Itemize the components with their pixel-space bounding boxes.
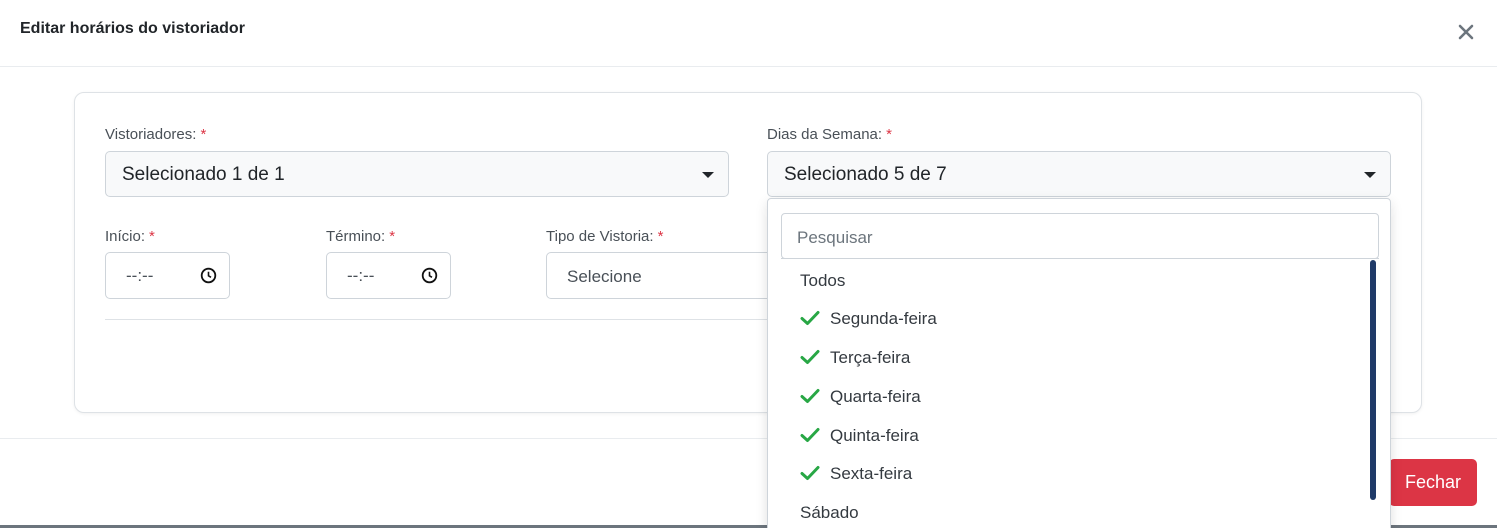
termino-time-value: --:-- bbox=[347, 266, 375, 285]
inicio-time-input[interactable]: --:-- bbox=[105, 252, 230, 299]
dias-semana-label-text: Dias da Semana: bbox=[767, 126, 883, 143]
clock-icon[interactable] bbox=[421, 267, 438, 284]
required-marker: * bbox=[149, 228, 155, 245]
required-marker: * bbox=[200, 126, 207, 143]
dias-semana-dropdown-menu: Pesquisar Todos Segunda-feira Terça-feir… bbox=[767, 198, 1391, 528]
inicio-time-value: --:-- bbox=[126, 266, 154, 285]
option-label: Todos bbox=[800, 271, 846, 290]
vistoriadores-label-text: Vistoriadores: bbox=[105, 126, 197, 143]
option-label: Quinta-feira bbox=[830, 426, 919, 445]
dias-semana-label: Dias da Semana: * bbox=[767, 126, 892, 143]
required-marker: * bbox=[886, 126, 892, 143]
termino-label-text: Término: bbox=[326, 228, 386, 245]
termino-label: Término: * bbox=[326, 228, 395, 245]
vistoriadores-value: Selecionado 1 de 1 bbox=[122, 164, 285, 185]
vistoriadores-select[interactable]: Selecionado 1 de 1 bbox=[105, 151, 729, 197]
tipo-vistoria-select[interactable]: Selecione bbox=[546, 252, 786, 299]
dias-semana-value: Selecionado 5 de 7 bbox=[784, 164, 947, 185]
option-label: Segunda-feira bbox=[830, 309, 937, 328]
modal-title: Editar horários do vistoriador bbox=[20, 20, 245, 37]
termino-time-input[interactable]: --:-- bbox=[326, 252, 451, 299]
check-icon bbox=[800, 388, 822, 404]
option-label: Sábado bbox=[800, 503, 859, 522]
check-icon bbox=[800, 427, 822, 443]
tipo-vistoria-label-text: Tipo de Vistoria: bbox=[546, 228, 654, 245]
close-icon[interactable] bbox=[1456, 22, 1476, 42]
option-label: Quarta-feira bbox=[830, 387, 921, 406]
modal-header: Editar horários do vistoriador bbox=[0, 0, 1497, 67]
inicio-label: Início: * bbox=[105, 228, 155, 245]
required-marker: * bbox=[389, 228, 396, 245]
option-segunda-feira[interactable]: Segunda-feira bbox=[800, 309, 937, 329]
check-icon bbox=[800, 349, 822, 365]
option-terca-feira[interactable]: Terça-feira bbox=[800, 348, 910, 368]
option-sexta-feira[interactable]: Sexta-feira bbox=[800, 464, 912, 484]
option-label: Sexta-feira bbox=[830, 464, 913, 483]
dias-semana-select[interactable]: Selecionado 5 de 7 bbox=[767, 151, 1391, 197]
list-separator bbox=[781, 258, 1379, 259]
dropdown-scrollbar[interactable] bbox=[1370, 260, 1376, 500]
vistoriadores-label: Vistoriadores: * bbox=[105, 126, 206, 143]
caret-down-icon bbox=[1364, 172, 1376, 178]
tipo-vistoria-label: Tipo de Vistoria: * bbox=[546, 228, 663, 245]
required-marker: * bbox=[657, 228, 664, 245]
tipo-vistoria-value: Selecione bbox=[567, 267, 642, 286]
inicio-label-text: Início: bbox=[105, 228, 146, 245]
option-quinta-feira[interactable]: Quinta-feira bbox=[800, 426, 919, 446]
option-quarta-feira[interactable]: Quarta-feira bbox=[800, 387, 921, 407]
search-input[interactable]: Pesquisar bbox=[781, 213, 1379, 259]
option-sabado[interactable]: Sábado bbox=[800, 503, 859, 523]
check-icon bbox=[800, 310, 822, 326]
option-todos[interactable]: Todos bbox=[800, 271, 845, 291]
caret-down-icon bbox=[702, 172, 714, 178]
clock-icon[interactable] bbox=[200, 267, 217, 284]
option-label: Terça-feira bbox=[830, 348, 911, 367]
check-icon bbox=[800, 465, 822, 481]
fechar-button[interactable]: Fechar bbox=[1389, 459, 1477, 506]
section-divider bbox=[105, 319, 785, 320]
